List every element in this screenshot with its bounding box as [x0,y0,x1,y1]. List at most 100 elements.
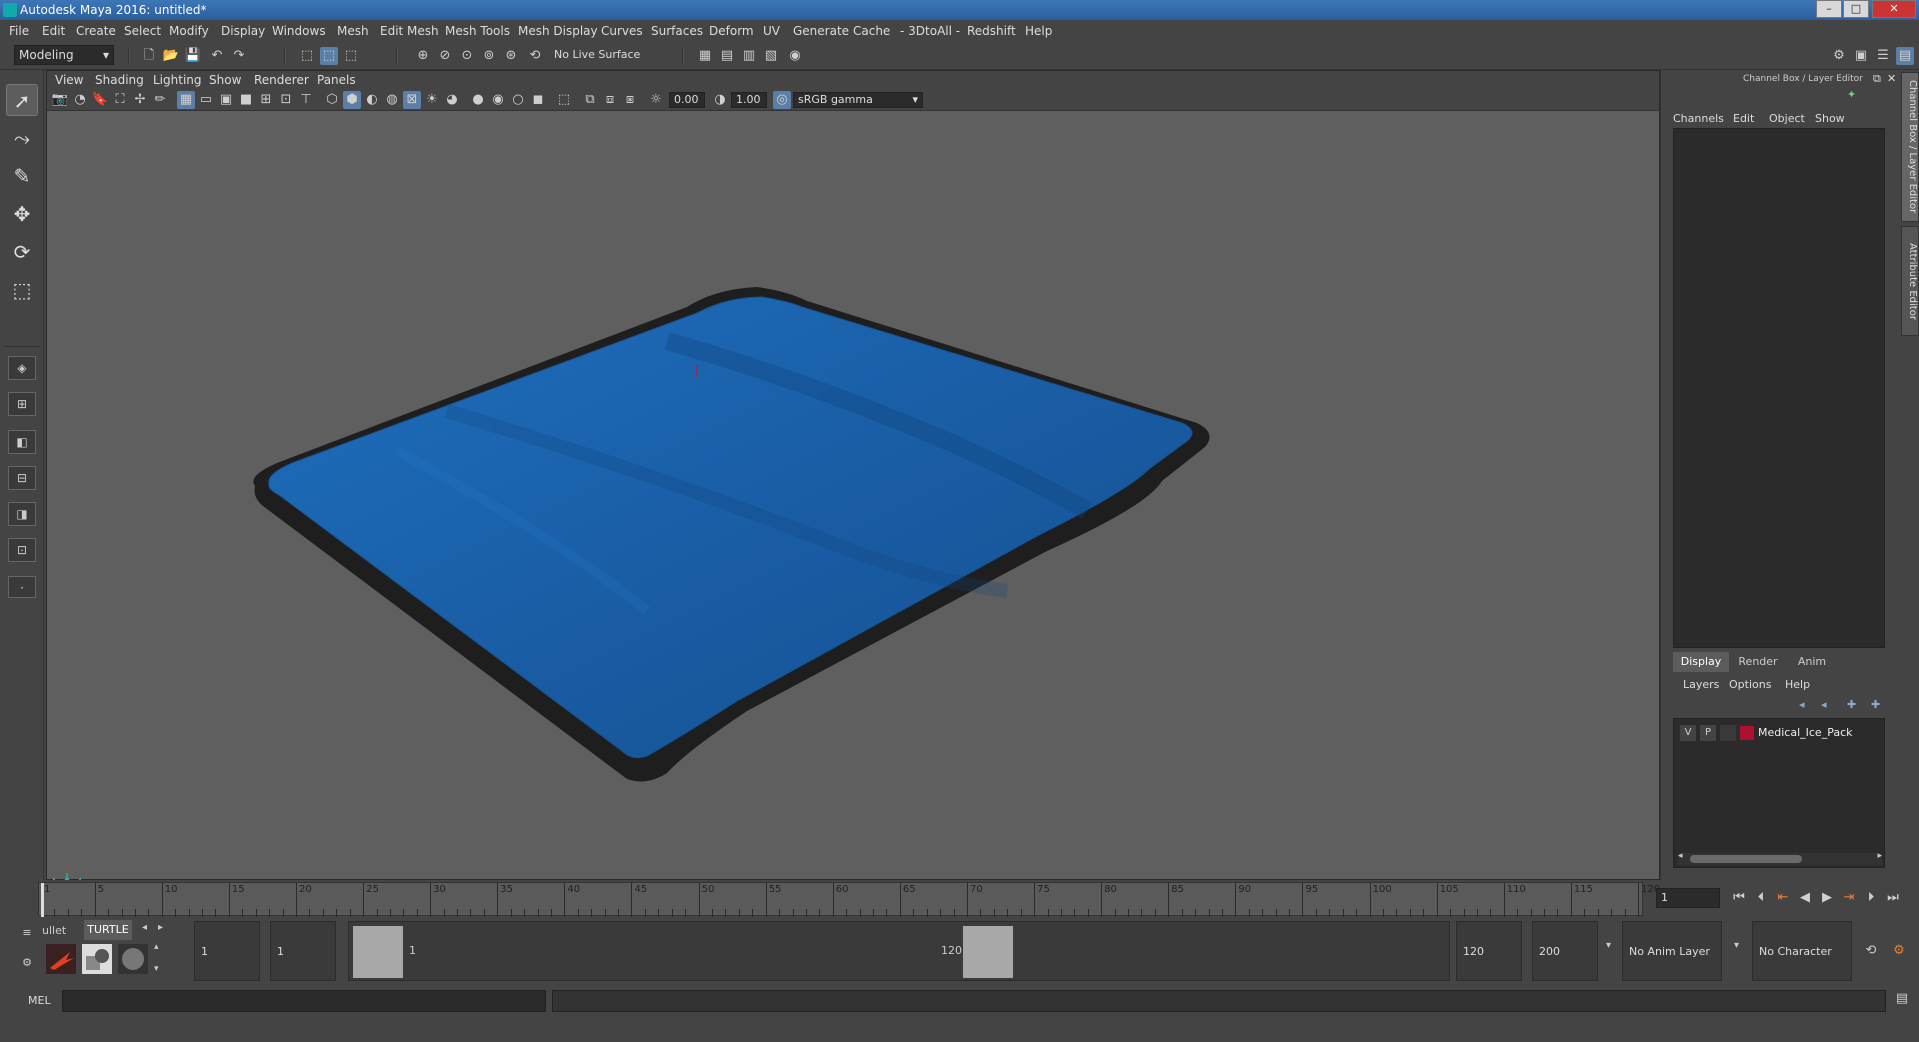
open-scene-icon[interactable]: 📂 [162,47,180,65]
ambient-occlusion-icon[interactable]: ● [469,91,487,109]
chevron-down-icon[interactable]: ▾ [1606,940,1611,951]
channel-key-icon[interactable]: ✦ [1847,88,1856,101]
snap-view-icon[interactable]: ⊚ [480,47,498,65]
animation-end-field[interactable]: 200 [1532,921,1598,981]
menu-select[interactable]: Select [124,24,161,38]
menu-windows[interactable]: Windows [272,24,326,38]
redo-icon[interactable]: ↷ [230,47,248,65]
grid-icon[interactable]: ▦ [177,91,195,109]
depth-of-field-icon[interactable]: ◼ [529,91,547,109]
current-time-marker[interactable] [41,883,44,917]
step-forward-frame-icon[interactable]: ⏵ [1862,889,1880,907]
snap-curve-icon[interactable]: ⊘ [436,47,454,65]
motion-blur-icon[interactable]: ◉ [489,91,507,109]
2d-pan-zoom-icon[interactable]: ✢ [131,91,149,109]
layer-visibility-toggle[interactable]: V [1680,725,1696,741]
animation-start-field[interactable]: 1 [194,921,260,981]
step-back-key-icon[interactable]: ⇤ [1774,889,1792,907]
color-space-dropdown[interactable]: sRGB gamma ▾ [793,92,923,108]
menu-edit-mesh[interactable]: Edit Mesh [380,24,439,38]
menu-help[interactable]: Help [1025,24,1052,38]
bifrost-shelf-icon[interactable] [46,944,76,974]
range-slider[interactable]: 1 120 [348,921,1450,981]
ipr-render-icon[interactable]: ▥ [740,47,758,65]
textured-icon[interactable]: ⊠ [403,91,421,109]
outliner-persp-layout-icon[interactable]: ⊡ [8,538,36,562]
menu-mesh[interactable]: Mesh [337,24,369,38]
minimize-button[interactable]: – [1816,0,1842,18]
rotate-tool-icon[interactable]: ⟳ [6,236,38,268]
image-plane-icon[interactable]: ⛶ [111,91,129,109]
tab-render[interactable]: Render [1733,652,1783,672]
shelf-menu-icon[interactable]: ≡ [18,924,36,942]
viewport-menu-show[interactable]: Show [209,73,241,87]
xray-icon[interactable]: ⧉ [581,91,599,109]
shelf-tab-turtle[interactable]: TURTLE [84,920,132,940]
render-settings-icon[interactable]: ▤ [718,47,736,65]
gamma-icon[interactable]: ◑ [711,91,729,109]
menu-file[interactable]: File [9,24,29,38]
menu-edit[interactable]: Edit [42,24,65,38]
mode-selector[interactable]: Modeling ▾ [14,45,114,65]
character-set-selector[interactable]: No Character Set [1752,921,1852,1018]
chevron-down-icon[interactable]: ▾ [1734,940,1739,951]
range-start-handle[interactable] [353,926,403,978]
close-panel-icon[interactable]: ✕ [1887,72,1896,85]
layer-display-type-toggle[interactable] [1720,725,1736,741]
film-gate-icon[interactable]: ▭ [197,91,215,109]
menu-uv[interactable]: UV [763,24,780,38]
play-backwards-icon[interactable]: ◀ [1796,889,1814,907]
playback-preferences-icon[interactable]: ⚙ [1890,942,1908,960]
menu-cache[interactable]: Cache [853,24,890,38]
time-ruler[interactable]: 1 5 10 15 20 25 30 35 40 45 50 55 60 65 70 75 80 85 90 95 10… [38,882,1660,917]
shelf-settings-icon[interactable]: ⚙ [18,954,36,972]
menu-deform[interactable]: Deform [709,24,754,38]
grease-pencil-icon[interactable]: ✏ [151,91,169,109]
undo-icon[interactable]: ↶ [208,47,226,65]
four-view-layout-icon[interactable]: ⊞ [8,392,36,416]
gate-mask-icon[interactable]: ■ [237,91,255,109]
channel-box-toggle-icon[interactable]: ▤ [1896,47,1914,65]
range-end-handle[interactable] [963,926,1013,978]
persp-graph-layout-icon[interactable]: ⊟ [8,466,36,490]
layer-playback-toggle[interactable]: P [1700,725,1716,741]
shadows-icon[interactable]: ◕ [443,91,461,109]
xray-components-icon[interactable]: ⧆ [621,91,639,109]
resolution-gate-icon[interactable]: ▣ [217,91,235,109]
render-view-icon[interactable]: ▧ [762,47,780,65]
single-perspective-layout-icon[interactable]: ◈ [8,356,36,380]
smooth-shade-icon[interactable]: ⬢ [343,91,361,109]
anim-layer-selector[interactable]: No Anim Layer [1622,921,1722,981]
default-lighting-icon[interactable]: ◐ [363,91,381,109]
bookmark-icon[interactable]: 🔖 [91,91,109,109]
tab-attribute-editor[interactable]: Attribute Editor [1901,226,1919,336]
safe-action-icon[interactable]: ⊡ [277,91,295,109]
use-all-lights-icon[interactable]: ☀ [423,91,441,109]
attribute-editor-toggle-icon[interactable]: ▣ [1852,47,1870,65]
scale-tool-icon[interactable]: ⬚ [6,274,38,306]
shelf-tab-bullet[interactable]: ullet [42,924,66,937]
turtle-bake-shelf-icon[interactable] [82,944,112,974]
select-tool-icon[interactable]: ➚ [6,84,38,116]
script-editor-icon[interactable]: ▤ [1893,990,1911,1008]
custom-layout-icon[interactable]: · [8,576,36,598]
select-hierarchy-icon[interactable]: ⬚ [298,47,316,65]
playback-start-field[interactable]: 1 [270,921,336,981]
shelf-scroll-up-icon[interactable]: ▴ [154,942,159,952]
camera-attributes-icon[interactable]: ◔ [71,91,89,109]
step-back-frame-icon[interactable]: ⏴ [1752,889,1770,907]
new-layer-icon[interactable]: ✚ [1847,698,1856,711]
menu-modify[interactable]: Modify [169,24,209,38]
shelf-tab-prev-icon[interactable]: ◂ [142,922,147,933]
play-forwards-icon[interactable]: ▶ [1818,889,1836,907]
field-chart-icon[interactable]: ⊞ [257,91,275,109]
shelf-tab-next-icon[interactable]: ▸ [158,922,163,933]
scrollbar-thumb[interactable] [1690,855,1802,863]
select-object-icon[interactable]: ⬚ [320,47,338,65]
scroll-right-icon[interactable]: ▸ [1877,851,1882,861]
select-component-icon[interactable]: ⬚ [342,47,360,65]
snap-point-icon[interactable]: ⊙ [458,47,476,65]
save-scene-icon[interactable]: 💾 [184,47,202,65]
sphere-shelf-icon[interactable] [118,944,148,974]
current-frame-field[interactable]: 1 [1656,888,1720,908]
